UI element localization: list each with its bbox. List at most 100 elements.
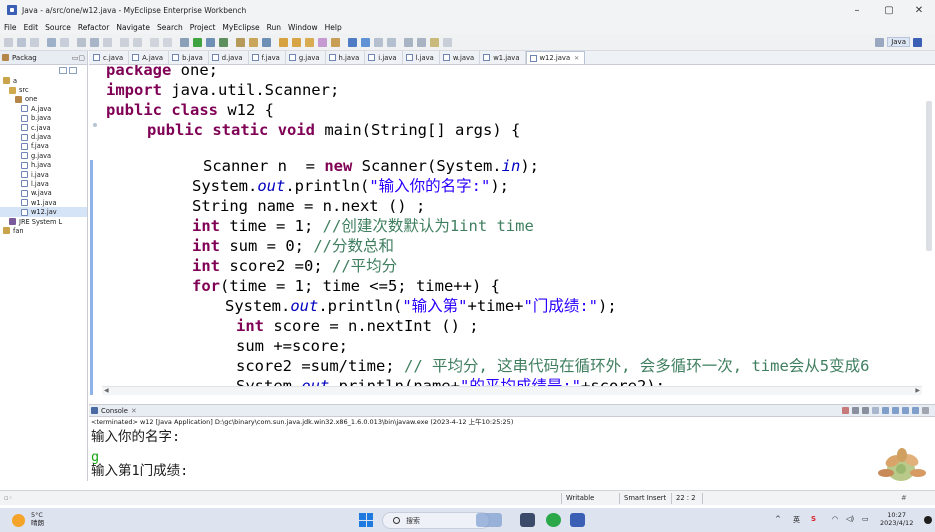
sogou-input-icon[interactable]: S — [811, 515, 816, 523]
tree-item[interactable]: f.java — [0, 142, 87, 151]
remove-launch-icon[interactable] — [852, 407, 859, 414]
menu-navigate[interactable]: Navigate — [116, 23, 150, 32]
show-hidden-icons[interactable]: ^ — [775, 515, 781, 523]
link-editor-icon[interactable] — [69, 66, 77, 74]
editor-tab[interactable]: d.java — [209, 51, 249, 64]
tool-icon[interactable] — [120, 37, 129, 47]
browser-icon[interactable] — [103, 37, 112, 47]
editor-tab[interactable]: w.java — [440, 51, 481, 64]
edit-icon[interactable] — [318, 37, 327, 47]
terminate-icon[interactable] — [842, 407, 849, 414]
tool-icon[interactable] — [163, 37, 172, 47]
editor-vertical-scrollbar[interactable] — [925, 73, 933, 381]
menu-refactor[interactable]: Refactor — [78, 23, 109, 32]
tree-item[interactable]: A.java — [0, 104, 87, 113]
scroll-left-icon[interactable]: ◀ — [104, 387, 109, 394]
landscape-widget-icon[interactable] — [476, 513, 502, 527]
tool-icon[interactable] — [150, 37, 159, 47]
taskbar-search-box[interactable]: 搜索 — [382, 512, 490, 529]
forward-icon[interactable] — [443, 37, 452, 47]
minimize-view-icon[interactable] — [922, 407, 929, 414]
run-icon[interactable] — [193, 37, 202, 47]
sun-weather-icon[interactable] — [12, 514, 25, 527]
show-console-icon[interactable] — [882, 407, 889, 414]
myeclipse-perspective-icon[interactable] — [913, 37, 922, 47]
console-tab[interactable]: Console — [101, 407, 128, 415]
editor-tab[interactable]: b.java — [169, 51, 209, 64]
weather-widget[interactable]: 5°C 晴朗 — [31, 511, 44, 527]
status-tools-icon[interactable]: # — [901, 494, 907, 502]
volume-icon[interactable]: ◁) — [846, 515, 854, 523]
close-tab-icon[interactable]: ✕ — [574, 55, 579, 62]
editor-tab[interactable]: i.java — [365, 51, 403, 64]
external-tools-icon[interactable] — [219, 37, 228, 47]
tree-item[interactable]: a — [0, 76, 87, 85]
tool-icon[interactable] — [133, 37, 142, 47]
remove-all-icon[interactable] — [862, 407, 869, 414]
fold-marker-icon[interactable] — [93, 123, 97, 127]
coverage-icon[interactable] — [206, 37, 215, 47]
collapse-all-icon[interactable] — [59, 66, 67, 74]
menu-search[interactable]: Search — [157, 23, 183, 32]
display-console-icon[interactable] — [902, 407, 909, 414]
tree-item[interactable]: h.java — [0, 161, 87, 170]
editor-tab[interactable]: w1.java — [480, 51, 526, 64]
tree-item[interactable]: i.java — [0, 170, 87, 179]
open-console-icon[interactable] — [912, 407, 919, 414]
search-tool-icon[interactable] — [331, 37, 340, 47]
minimize-view-icon[interactable]: ▭▢ — [72, 54, 85, 62]
new-package-icon[interactable] — [249, 37, 258, 47]
menu-window[interactable]: Window — [288, 23, 318, 32]
menu-source[interactable]: Source — [45, 23, 71, 32]
save-icon[interactable] — [17, 37, 26, 47]
annotation-icon[interactable] — [404, 37, 413, 47]
package-explorer-title[interactable]: Packag — [12, 54, 37, 62]
wifi-icon[interactable]: ◠ — [832, 515, 838, 523]
editor-tab[interactable]: A.java — [129, 51, 170, 64]
windows-start-icon[interactable] — [359, 513, 373, 527]
battery-icon[interactable]: ▭ — [862, 515, 869, 523]
myeclipse-taskbar-icon[interactable] — [570, 513, 585, 527]
tree-item[interactable]: src — [0, 85, 87, 94]
input-method-indicator[interactable]: 英 — [793, 515, 800, 525]
tree-item[interactable]: b.java — [0, 114, 87, 123]
close-console-icon[interactable]: ✕ — [131, 407, 137, 415]
debug-icon[interactable] — [180, 37, 189, 47]
folder-icon[interactable] — [292, 37, 301, 47]
tree-item[interactable]: fan — [0, 226, 87, 235]
menu-myeclipse[interactable]: MyEclipse — [222, 23, 259, 32]
wizard-icon[interactable] — [90, 37, 99, 47]
tree-item[interactable]: w.java — [0, 189, 87, 198]
server-icon[interactable] — [47, 37, 56, 47]
pin-icon[interactable] — [348, 37, 357, 47]
editor-tab[interactable]: l.java — [403, 51, 440, 64]
toggle-icon[interactable] — [387, 37, 396, 47]
print-icon[interactable] — [30, 37, 39, 47]
task-view-icon[interactable] — [520, 513, 535, 527]
insert-mode-status[interactable]: Smart Insert — [624, 494, 666, 502]
scrollbar-thumb[interactable] — [926, 101, 932, 251]
tree-item[interactable]: l.java — [0, 179, 87, 188]
editor-tab[interactable]: g.java — [286, 51, 326, 64]
tree-item[interactable]: c.java — [0, 123, 87, 132]
tree-item[interactable]: w1.java — [0, 198, 87, 207]
editor-tab[interactable]: w12.java ✕ — [525, 51, 586, 64]
wechat-icon[interactable] — [546, 513, 561, 527]
system-clock[interactable]: 10:27 2023/4/12 — [880, 511, 913, 527]
notification-icon[interactable] — [924, 516, 932, 524]
minimize-button[interactable]: – — [841, 0, 873, 20]
new-icon[interactable] — [4, 37, 13, 47]
editor-tab[interactable]: f.java — [249, 51, 286, 64]
tree-item[interactable]: g.java — [0, 151, 87, 160]
menu-help[interactable]: Help — [325, 23, 342, 32]
scroll-lock-icon[interactable] — [872, 407, 879, 414]
pin-console-icon[interactable] — [892, 407, 899, 414]
web-icon[interactable] — [77, 37, 86, 47]
new-class-icon[interactable] — [262, 37, 271, 47]
menu-run[interactable]: Run — [267, 23, 281, 32]
editor-tab[interactable]: h.java — [326, 51, 366, 64]
editor-horizontal-scrollbar[interactable]: ◀ ▶ — [102, 386, 922, 395]
tree-item[interactable]: one — [0, 95, 87, 104]
folder-icon[interactable] — [305, 37, 314, 47]
highlight-icon[interactable] — [361, 37, 370, 47]
